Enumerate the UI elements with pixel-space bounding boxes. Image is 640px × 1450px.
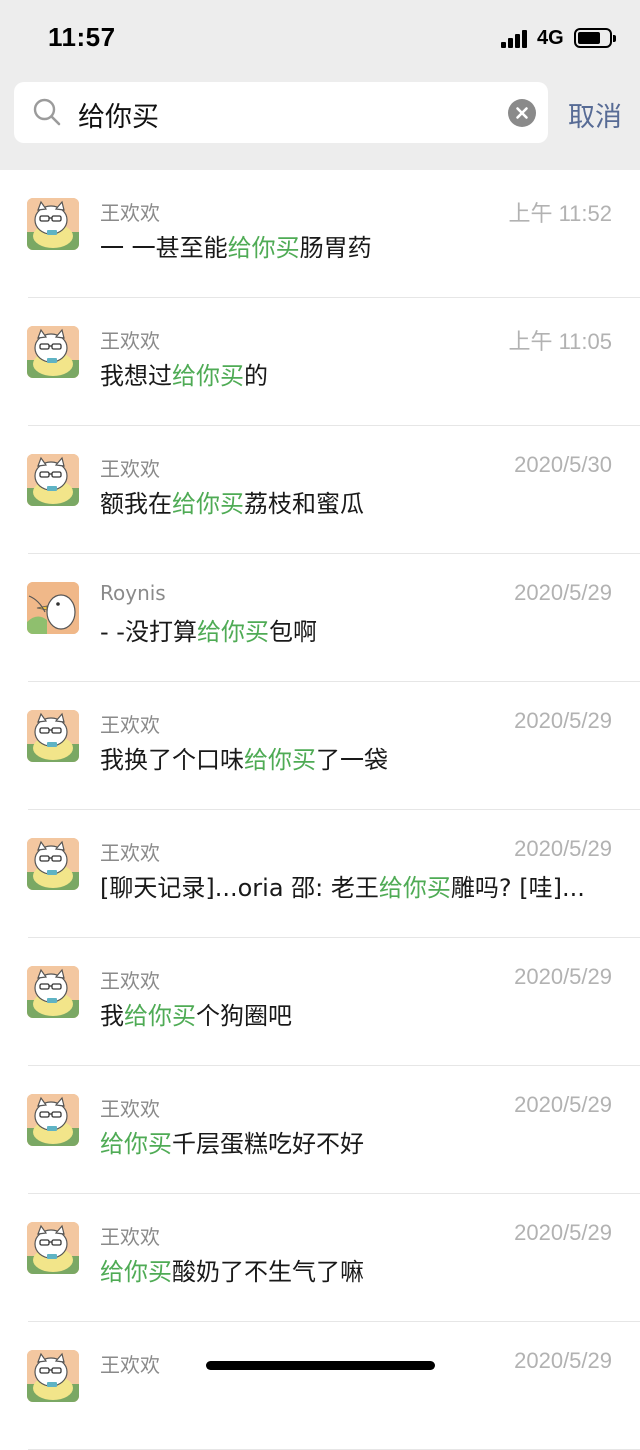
message-date: 2020/5/29 — [514, 1092, 612, 1117]
message-date: 2020/5/29 — [514, 1348, 612, 1373]
search-results-list: 王欢欢 上午 11:52 一 一甚至能给你买肠胃药 王欢欢 上午 11:05 我想过给你买… — [0, 170, 640, 1450]
highlighted-keyword: 给你买 — [196, 618, 269, 646]
search-result-item[interactable]: 王欢欢 2020/5/29 我给你买个狗圈吧 — [0, 938, 640, 1066]
message-snippet: - -没打算给你买包啊 — [100, 612, 612, 647]
snippet-text: 千层蛋糕吃好不好 — [172, 1130, 364, 1158]
cat-avatar — [27, 198, 79, 250]
highlighted-keyword: 给你买 — [244, 746, 316, 774]
message-snippet: 给你买酸奶了不生气了嘛 — [100, 1252, 612, 1287]
highlighted-keyword: 给你买 — [100, 1258, 172, 1286]
sender-name: 王欢欢 — [100, 457, 160, 481]
snippet-text: 酸奶了不生气了嘛 — [172, 1258, 364, 1286]
snippet-text: 荔枝和蜜瓜 — [244, 490, 364, 518]
cat-avatar — [27, 966, 79, 1018]
search-result-item[interactable]: 王欢欢 上午 11:52 一 一甚至能给你买肠胃药 — [0, 170, 640, 298]
cat-avatar — [27, 838, 79, 890]
search-result-item[interactable]: 王欢欢 2020/5/29 给你买酸奶了不生气了嘛 — [0, 1194, 640, 1322]
duck-avatar — [27, 582, 79, 634]
message-snippet: 我想过给你买的 — [100, 356, 612, 391]
cat-avatar — [27, 454, 79, 506]
sender-name: 王欢欢 — [100, 329, 160, 353]
search-result-item[interactable]: 王欢欢 2020/5/29 给你买千层蛋糕吃好不好 — [0, 1066, 640, 1194]
message-snippet: 一 一甚至能给你买肠胃药 — [100, 228, 612, 263]
snippet-text: 我 — [100, 1002, 124, 1030]
snippet-text: 我想过 — [100, 362, 172, 390]
message-snippet: 给你买千层蛋糕吃好不好 — [100, 1124, 612, 1159]
message-snippet: [聊天记录]...oria 邵: 老王给你买雕吗? [哇]... — [100, 868, 612, 903]
snippet-text: - -没打算 — [100, 618, 197, 646]
search-result-item[interactable]: 王欢欢 2020/5/29 — [0, 1322, 640, 1450]
search-result-item[interactable]: 王欢欢 2020/5/29 [聊天记录]...oria 邵: 老王给你买雕吗? [哇… — [0, 810, 640, 938]
search-input[interactable]: 给你买 — [14, 82, 548, 143]
highlighted-keyword: 给你买 — [124, 1002, 196, 1030]
search-result-item[interactable]: Roynis 2020/5/29 - -没打算给你买包啊 — [0, 554, 640, 682]
snippet-text: 额我在 — [100, 490, 172, 518]
highlighted-keyword: 给你买 — [227, 234, 300, 262]
sender-name: Roynis — [100, 581, 166, 605]
message-date: 2020/5/29 — [514, 1220, 612, 1245]
message-date: 2020/5/29 — [514, 580, 612, 605]
cat-avatar — [27, 1222, 79, 1274]
search-result-item[interactable]: 王欢欢 上午 11:05 我想过给你买的 — [0, 298, 640, 426]
message-date: 2020/5/29 — [514, 836, 612, 861]
cat-avatar — [27, 1094, 79, 1146]
battery-icon — [574, 28, 616, 48]
highlighted-keyword: 给你买 — [378, 874, 451, 902]
snippet-text: [聊天记录]...oria 邵: 老王 — [100, 874, 379, 902]
sender-name: 王欢欢 — [100, 969, 160, 993]
sender-name: 王欢欢 — [100, 1097, 160, 1121]
network-type: 4G — [537, 27, 564, 49]
search-icon — [33, 98, 61, 126]
signal-icon — [501, 30, 529, 48]
status-bar: 11:57 4G — [0, 0, 640, 78]
search-query: 给你买 — [78, 102, 159, 133]
search-result-item[interactable]: 王欢欢 2020/5/30 额我在给你买荔枝和蜜瓜 — [0, 426, 640, 554]
sender-name: 王欢欢 — [100, 1353, 160, 1377]
clear-icon[interactable] — [508, 99, 536, 127]
snippet-text: 一 一甚至能 — [100, 234, 228, 262]
status-time: 11:57 — [48, 22, 116, 52]
home-indicator — [206, 1361, 435, 1370]
snippet-text: 了一袋 — [316, 746, 388, 774]
cat-avatar — [27, 1350, 79, 1402]
message-snippet: 额我在给你买荔枝和蜜瓜 — [100, 484, 612, 519]
cat-avatar — [27, 710, 79, 762]
search-result-item[interactable]: 王欢欢 2020/5/29 我换了个口味给你买了一袋 — [0, 682, 640, 810]
message-date: 上午 11:05 — [508, 329, 612, 354]
highlighted-keyword: 给你买 — [172, 362, 244, 390]
message-date: 上午 11:52 — [508, 201, 612, 226]
snippet-text: 我换了个口味 — [100, 746, 244, 774]
snippet-text: 包啊 — [268, 618, 317, 646]
sender-name: 王欢欢 — [100, 713, 160, 737]
highlighted-keyword: 给你买 — [100, 1130, 172, 1158]
message-date: 2020/5/29 — [514, 708, 612, 733]
sender-name: 王欢欢 — [100, 1225, 160, 1249]
snippet-text: 肠胃药 — [299, 234, 372, 262]
snippet-text: 雕吗? [哇]... — [450, 874, 585, 902]
message-date: 2020/5/30 — [514, 452, 612, 477]
message-snippet: 我换了个口味给你买了一袋 — [100, 740, 612, 775]
snippet-text: 的 — [244, 362, 268, 390]
highlighted-keyword: 给你买 — [172, 490, 244, 518]
message-date: 2020/5/29 — [514, 964, 612, 989]
sender-name: 王欢欢 — [100, 201, 160, 225]
top-bar: 11:57 4G 给你买 取消 — [0, 0, 640, 170]
cancel-button[interactable]: 取消 — [568, 95, 622, 134]
sender-name: 王欢欢 — [100, 841, 160, 865]
message-snippet: 我给你买个狗圈吧 — [100, 996, 612, 1031]
snippet-text: 个狗圈吧 — [196, 1002, 292, 1030]
cat-avatar — [27, 326, 79, 378]
